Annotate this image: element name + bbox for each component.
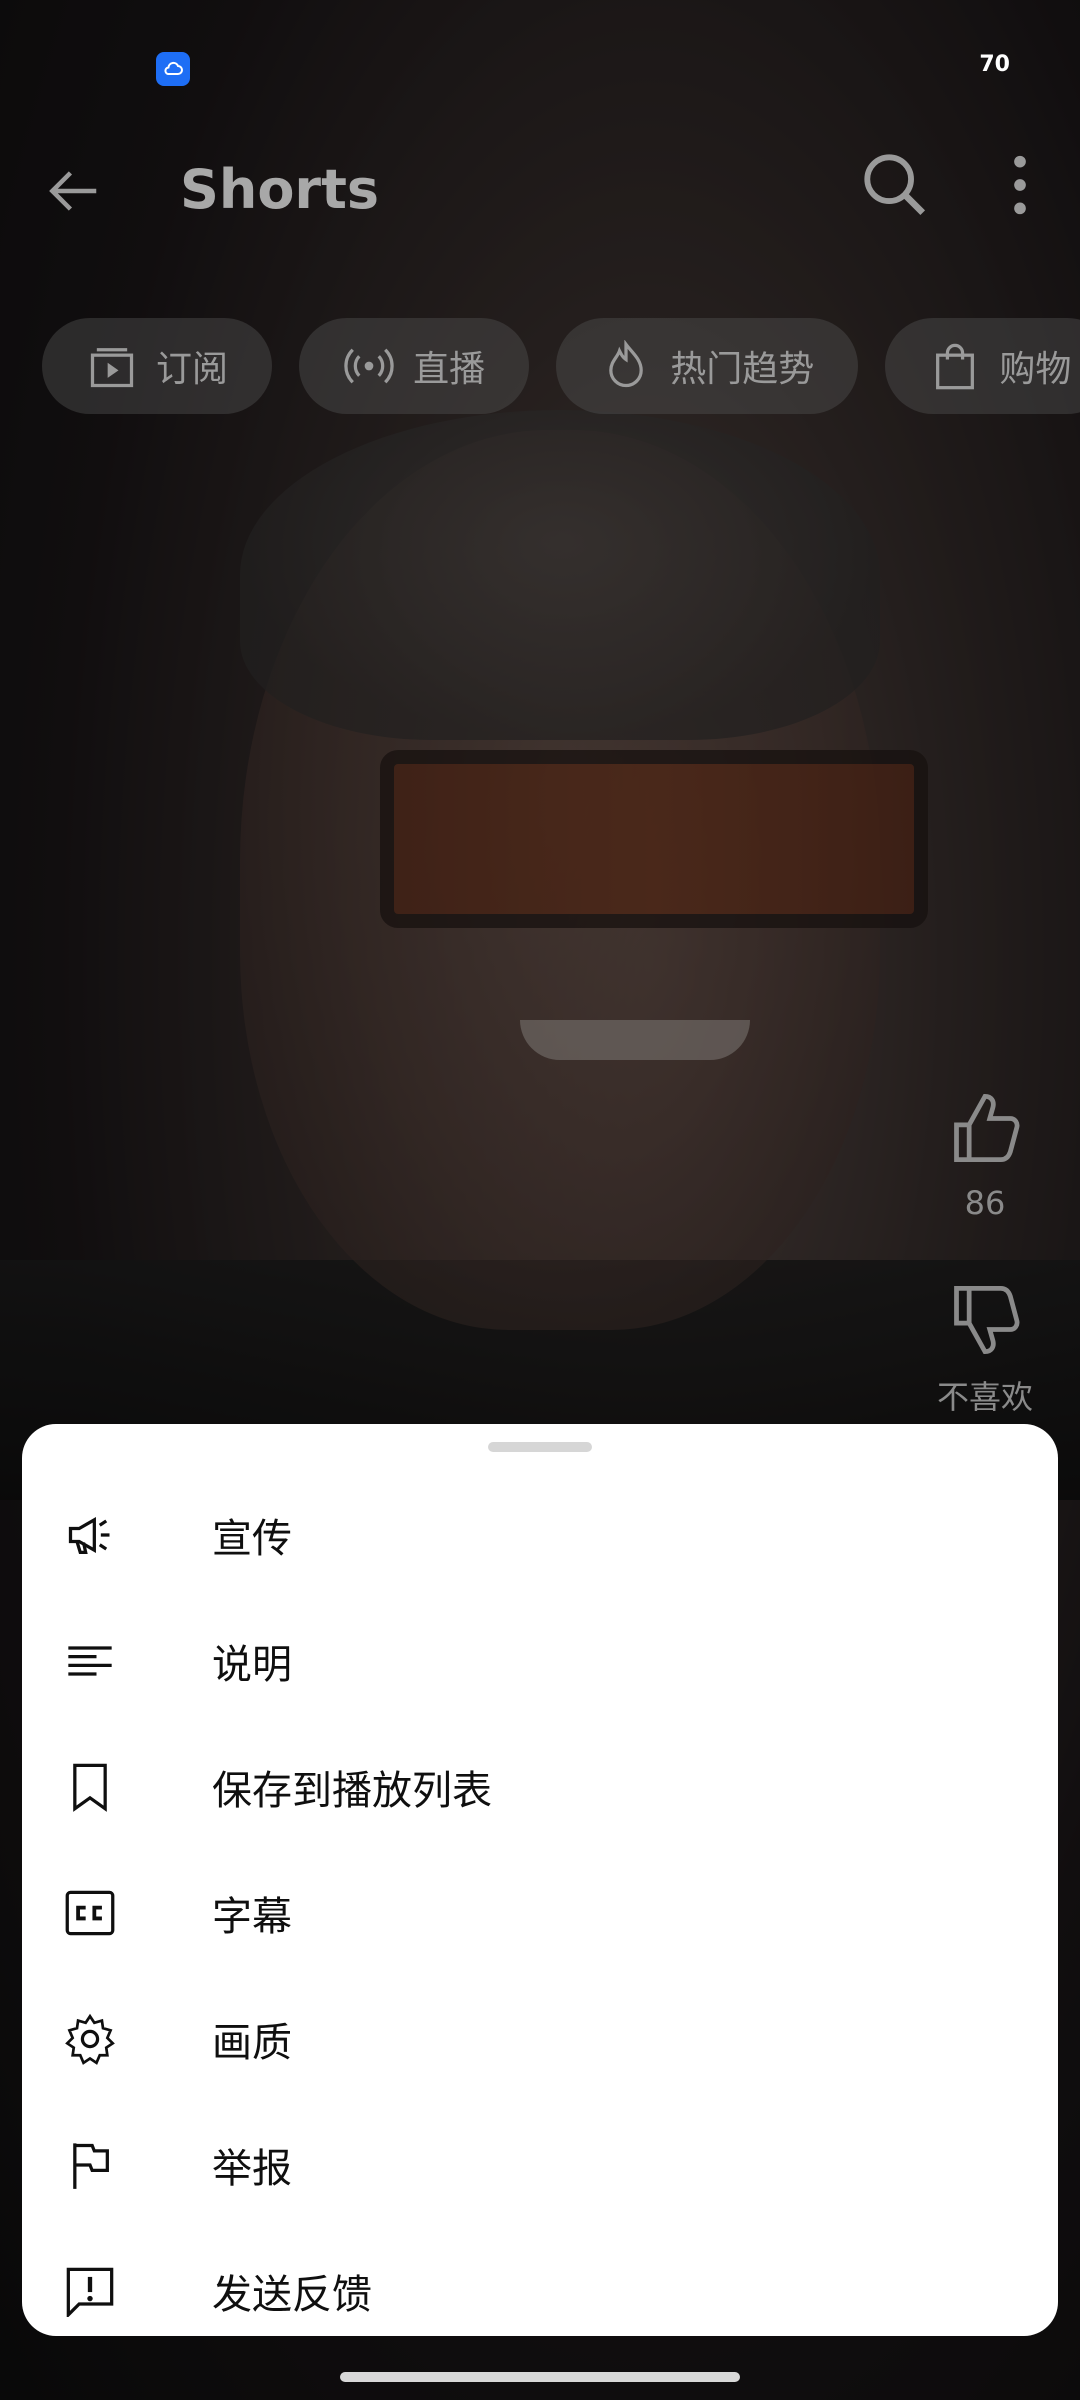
- chip-label: 直播: [413, 349, 486, 390]
- flag-icon: [64, 2139, 116, 2191]
- megaphone-icon: [64, 1509, 116, 1561]
- more-vertical-icon: [1014, 155, 1026, 215]
- menu-item-report[interactable]: 举报: [22, 2102, 1058, 2228]
- options-bottom-sheet: 宣传 说明 保存到播放列表 字幕 画质 举报 发送反馈: [22, 1424, 1058, 2336]
- menu-item-send-feedback[interactable]: 发送反馈: [22, 2228, 1058, 2354]
- chip-trending[interactable]: 热门趋势: [556, 318, 859, 414]
- menu-item-label: 发送反馈: [212, 2272, 372, 2318]
- menu-item-description[interactable]: 说明: [22, 1598, 1058, 1724]
- dislike-button[interactable]: 不喜欢: [920, 1282, 1050, 1418]
- description-icon: [64, 1635, 116, 1687]
- like-count: 86: [964, 1184, 1006, 1222]
- chip-shopping[interactable]: 购物: [885, 318, 1080, 414]
- menu-item-promote[interactable]: 宣传: [22, 1472, 1058, 1598]
- bookmark-icon: [64, 1761, 116, 1813]
- chip-label: 订阅: [156, 349, 229, 390]
- menu-item-captions[interactable]: 字幕: [22, 1850, 1058, 1976]
- status-bar: 70: [0, 0, 1080, 140]
- menu-item-label: 字幕: [212, 1894, 292, 1940]
- live-icon: [344, 348, 394, 384]
- menu-item-quality[interactable]: 画质: [22, 1976, 1058, 2102]
- sheet-drag-handle[interactable]: [488, 1442, 592, 1452]
- back-button[interactable]: [42, 160, 104, 222]
- home-indicator[interactable]: [340, 2372, 740, 2382]
- menu-item-label: 说明: [212, 1642, 292, 1688]
- chip-label: 购物: [999, 349, 1072, 390]
- shopping-bag-icon: [936, 343, 975, 390]
- menu-item-label: 宣传: [212, 1516, 292, 1562]
- category-chips: 订阅 直播 热门趋势 购物: [42, 318, 1080, 414]
- search-button[interactable]: [860, 150, 930, 220]
- dislike-label: 不喜欢: [936, 1378, 1033, 1416]
- trending-icon: [609, 340, 644, 388]
- battery-level: 70: [979, 52, 1010, 77]
- chip-label: 热门趋势: [670, 349, 815, 390]
- thumbs-down-icon: [954, 1285, 1020, 1355]
- chip-live[interactable]: 直播: [299, 318, 530, 414]
- more-options-button[interactable]: [1000, 150, 1040, 220]
- action-rail: 86 不喜欢: [920, 1090, 1050, 1418]
- menu-item-label: 保存到播放列表: [212, 1768, 492, 1814]
- captions-icon: [64, 1887, 116, 1939]
- chip-subscriptions[interactable]: 订阅: [42, 318, 273, 414]
- menu-item-label: 举报: [212, 2146, 292, 2192]
- settings-gear-icon: [64, 2013, 116, 2065]
- page-title: Shorts: [180, 158, 380, 221]
- subscriptions-icon: [90, 348, 134, 388]
- search-icon: [864, 154, 926, 216]
- arrow-left-icon: [49, 171, 97, 211]
- feedback-icon: [64, 2265, 116, 2317]
- like-button[interactable]: 86: [920, 1090, 1050, 1222]
- top-app-bar: Shorts: [0, 140, 1080, 270]
- cloud-notification-icon: [156, 52, 190, 86]
- options-menu: 宣传 说明 保存到播放列表 字幕 画质 举报 发送反馈: [22, 1472, 1058, 2354]
- thumbs-up-icon: [954, 1093, 1020, 1163]
- menu-item-label: 画质: [212, 2020, 292, 2066]
- menu-item-save-to-playlist[interactable]: 保存到播放列表: [22, 1724, 1058, 1850]
